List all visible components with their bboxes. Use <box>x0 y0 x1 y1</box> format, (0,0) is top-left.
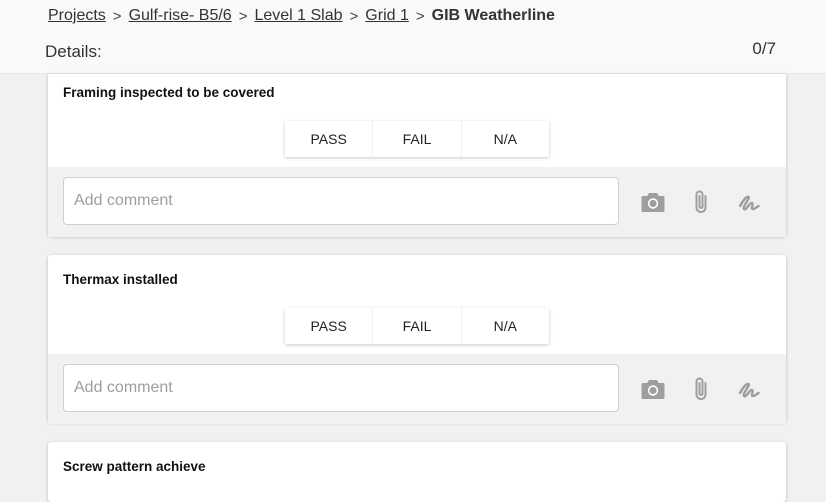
details-label: Details: <box>45 42 102 61</box>
header: Projects > Gulf-rise- B5/6 > Level 1 Sla… <box>0 0 826 74</box>
camera-button[interactable] <box>640 376 666 402</box>
signature-icon <box>738 195 760 211</box>
checklist-item-title: Thermax installed <box>63 272 178 287</box>
result-selector: PASS FAIL N/A <box>285 121 549 157</box>
comment-panel <box>48 167 786 237</box>
breadcrumb-separator: > <box>415 7 425 25</box>
breadcrumb-grid-link[interactable]: Grid 1 <box>365 7 409 25</box>
checklist-item-card: Thermax installed PASS FAIL N/A <box>48 255 786 424</box>
na-button[interactable]: N/A <box>462 308 549 344</box>
checklist-item-card: Framing inspected to be covered PASS FAI… <box>48 74 786 237</box>
pass-button[interactable]: PASS <box>285 308 374 344</box>
camera-icon <box>641 193 665 212</box>
comment-input[interactable] <box>63 364 619 412</box>
breadcrumb-separator: > <box>238 7 248 25</box>
breadcrumb-separator: > <box>349 7 359 25</box>
breadcrumb: Projects > Gulf-rise- B5/6 > Level 1 Sla… <box>48 7 555 25</box>
breadcrumb-level-link[interactable]: Level 1 Slab <box>254 7 342 25</box>
breadcrumb-project-link[interactable]: Gulf-rise- B5/6 <box>129 7 232 25</box>
attach-button[interactable] <box>688 376 714 402</box>
fail-button[interactable]: FAIL <box>373 121 462 157</box>
camera-button[interactable] <box>640 189 666 215</box>
checklist-item-card: Screw pattern achieve <box>48 442 786 502</box>
breadcrumb-projects-link[interactable]: Projects <box>48 7 106 25</box>
checklist-item-title: Screw pattern achieve <box>63 459 206 474</box>
na-button[interactable]: N/A <box>462 121 549 157</box>
signature-button[interactable] <box>736 189 762 215</box>
attach-button[interactable] <box>688 189 714 215</box>
comment-input[interactable] <box>63 177 619 225</box>
breadcrumb-separator: > <box>112 7 122 25</box>
paperclip-icon <box>695 190 707 213</box>
result-selector: PASS FAIL N/A <box>285 308 549 344</box>
signature-icon <box>738 382 760 398</box>
checklist-item-title: Framing inspected to be covered <box>63 85 275 100</box>
breadcrumb-current: GIB Weatherline <box>431 7 555 24</box>
paperclip-icon <box>695 377 707 400</box>
fail-button[interactable]: FAIL <box>373 308 462 344</box>
camera-icon <box>641 380 665 399</box>
comment-panel <box>48 354 786 424</box>
pass-button[interactable]: PASS <box>285 121 374 157</box>
signature-button[interactable] <box>736 376 762 402</box>
progress-count: 0/7 <box>752 39 776 58</box>
